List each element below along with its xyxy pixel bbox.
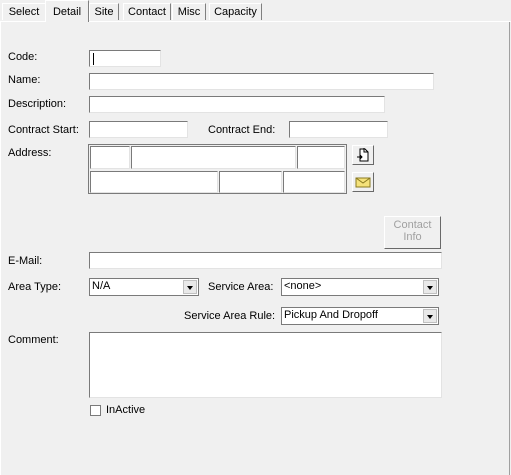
email-input[interactable]: [89, 252, 442, 269]
tab-site[interactable]: Site: [89, 3, 119, 20]
envelope-icon: [355, 177, 371, 188]
email-label: E-Mail:: [8, 255, 43, 267]
service-area-rule-select[interactable]: Pickup And Dropoff: [281, 307, 439, 325]
tab-select[interactable]: Select: [2, 3, 46, 20]
comment-label: Comment:: [8, 334, 59, 346]
area-type-label: Area Type:: [8, 281, 61, 293]
panel-border-left: [0, 21, 1, 475]
name-input[interactable]: [89, 73, 434, 90]
area-type-value: N/A: [92, 280, 111, 292]
address-line2-field-b[interactable]: [219, 171, 282, 193]
contract-end-label: Contract End:: [208, 124, 276, 136]
contract-start-label: Contract Start:: [8, 124, 79, 136]
comment-textarea[interactable]: [89, 332, 442, 398]
contact-info-button[interactable]: Contact Info: [384, 216, 441, 249]
service-area-rule-value: Pickup And Dropoff: [284, 309, 378, 321]
address-line1-field-b[interactable]: [131, 146, 296, 169]
inactive-checkbox[interactable]: [90, 405, 101, 416]
chevron-down-icon[interactable]: [183, 280, 197, 294]
tab-strip: Select Detail Site Contact Misc Capacity: [0, 0, 511, 22]
service-area-value: <none>: [284, 280, 322, 292]
chevron-down-icon[interactable]: [423, 309, 437, 323]
contract-end-input[interactable]: [289, 121, 388, 138]
inactive-label: InActive: [106, 404, 146, 416]
address-line2-field-a[interactable]: [90, 171, 218, 193]
address-line2-field-c[interactable]: [283, 171, 345, 193]
tab-misc[interactable]: Misc: [172, 3, 206, 20]
area-type-select[interactable]: N/A: [89, 278, 199, 296]
description-label: Description:: [8, 98, 67, 110]
address-line1-field-c[interactable]: [297, 146, 345, 169]
address-grid: [88, 144, 347, 194]
tab-misc-label: Misc: [177, 6, 201, 18]
tab-capacity-label: Capacity: [214, 6, 257, 18]
contract-start-input[interactable]: [89, 121, 188, 138]
tab-contact[interactable]: Contact: [123, 3, 171, 20]
tab-capacity[interactable]: Capacity: [209, 3, 262, 20]
code-input[interactable]: [89, 50, 161, 67]
tab-contact-label: Contact: [128, 6, 166, 18]
address-lookup-button[interactable]: [352, 145, 374, 165]
service-area-rule-label: Service Area Rule:: [184, 310, 276, 322]
text-caret: [93, 53, 94, 65]
code-label: Code:: [8, 51, 38, 63]
name-label: Name:: [8, 74, 41, 86]
address-line1-field-a[interactable]: [90, 146, 130, 169]
service-area-select[interactable]: <none>: [281, 278, 439, 296]
contact-info-button-label: Contact Info: [393, 219, 432, 243]
address-email-button[interactable]: [352, 172, 374, 192]
panel-border-right: [509, 21, 510, 475]
tab-detail-label: Detail: [52, 6, 82, 18]
tab-detail[interactable]: Detail: [45, 0, 89, 22]
service-area-label: Service Area:: [208, 281, 274, 293]
description-input[interactable]: [89, 96, 385, 113]
chevron-down-icon[interactable]: [423, 280, 437, 294]
document-lookup-icon: [357, 148, 369, 162]
tab-site-label: Site: [94, 6, 114, 18]
address-label: Address:: [8, 147, 52, 159]
tab-select-label: Select: [8, 6, 40, 18]
